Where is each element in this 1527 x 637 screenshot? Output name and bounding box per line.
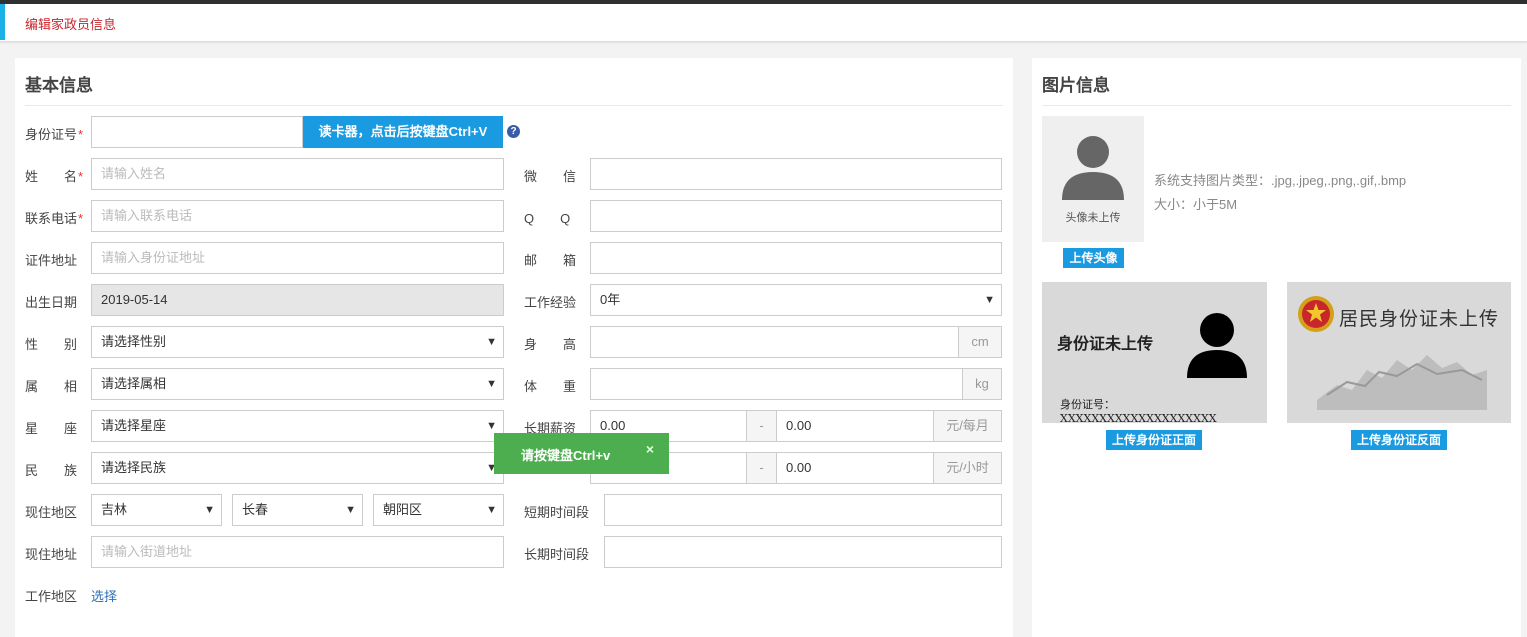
city-select[interactable]: 长春 ▼ [232, 494, 363, 526]
upload-avatar-button[interactable]: 上传头像 [1063, 248, 1124, 268]
ethnicity-label: 民 族 [25, 463, 78, 478]
current-address-input[interactable]: 请输入街道地址 [91, 536, 504, 568]
chevron-down-icon: ▼ [486, 378, 497, 390]
birth-date-label: 出生日期 [25, 295, 78, 310]
read-card-button[interactable]: 读卡器，点击后按键盘Ctrl+V [303, 116, 503, 148]
toast-notification: 请按键盘Ctrl+v × [494, 433, 669, 474]
id-address-label: 证件地址 [25, 253, 78, 268]
tab-edit-staff[interactable]: 编辑家政员信息 [25, 14, 116, 33]
current-address-label: 现住地址 [25, 547, 78, 562]
qq-label: Q Q [524, 211, 571, 226]
experience-value: 0年 [600, 292, 621, 307]
name-input[interactable]: 请输入姓名 [91, 158, 504, 190]
wechat-input[interactable] [590, 158, 1002, 190]
email-label: 邮 箱 [524, 253, 577, 268]
basic-info-divider [25, 105, 1003, 106]
ethnicity-select[interactable]: 请选择民族 ▼ [91, 452, 504, 484]
upload-id-front-button[interactable]: 上传身份证正面 [1106, 430, 1202, 450]
tab-accent [0, 4, 5, 40]
upload-id-back-button[interactable]: 上传身份证反面 [1351, 430, 1447, 450]
national-emblem-icon [1298, 296, 1334, 332]
gender-label: 性 别 [25, 337, 78, 352]
birth-date-input[interactable]: 2019-05-14 [91, 284, 504, 316]
image-info-title: 图片信息 [1042, 76, 1110, 95]
user-icon [1187, 313, 1247, 378]
chevron-down-icon: ▼ [345, 504, 356, 516]
name-label: 姓 名* [25, 169, 84, 184]
experience-label: 工作经验 [524, 295, 577, 310]
zodiac-select-value: 请选择属相 [101, 376, 167, 391]
image-size-hint: 大小：小于5M [1154, 197, 1238, 212]
avatar-caption: 头像未上传 [1065, 211, 1121, 224]
district-select[interactable]: 朝阳区 ▼ [373, 494, 504, 526]
province-select[interactable]: 吉林 ▼ [91, 494, 222, 526]
long-period-input[interactable] [604, 536, 1002, 568]
toast-message: 请按键盘Ctrl+v [521, 448, 611, 463]
phone-input[interactable]: 请输入联系电话 [91, 200, 504, 232]
weight-input[interactable] [590, 368, 963, 400]
long-salary-max-input[interactable]: 0.00 [776, 410, 934, 442]
image-info-divider [1042, 105, 1511, 106]
short-salary-separator: - [746, 452, 777, 484]
city-value: 长春 [242, 502, 269, 517]
tab-bar: 编辑家政员信息 [0, 4, 1527, 42]
chevron-down-icon: ▼ [486, 336, 497, 348]
weight-unit: kg [962, 368, 1002, 400]
long-salary-separator: - [746, 410, 777, 442]
id-card-back-placeholder: 居民身份证未上传 [1287, 282, 1511, 423]
id-number-label: 身份证号* [25, 127, 84, 142]
id-back-title: 居民身份证未上传 [1339, 308, 1500, 330]
height-input[interactable] [590, 326, 959, 358]
current-region-label: 现住地区 [25, 505, 78, 520]
short-salary-unit: 元/小时 [933, 452, 1002, 484]
id-address-input[interactable]: 请输入身份证地址 [91, 242, 504, 274]
select-work-region-link[interactable]: 选择 [91, 586, 117, 605]
user-icon [1062, 136, 1124, 200]
chevron-down-icon: ▼ [984, 294, 995, 306]
constellation-select-value: 请选择星座 [101, 418, 167, 433]
constellation-select[interactable]: 请选择星座 ▼ [91, 410, 504, 442]
id-number-input[interactable] [91, 116, 303, 148]
close-icon[interactable]: × [646, 441, 654, 457]
short-period-label: 短期时间段 [524, 505, 590, 520]
great-wall-icon [1317, 355, 1487, 410]
wechat-label: 微 信 [524, 169, 577, 184]
gender-select[interactable]: 请选择性别 ▼ [91, 326, 504, 358]
help-icon[interactable]: ? [507, 125, 520, 138]
height-unit: cm [958, 326, 1002, 358]
chevron-down-icon: ▼ [204, 504, 215, 516]
short-salary-max-input[interactable]: 0.00 [776, 452, 934, 484]
qq-input[interactable] [590, 200, 1002, 232]
district-value: 朝阳区 [383, 502, 423, 517]
id-card-front-placeholder: 身份证未上传 身份证号：XXXXXXXXXXXXXXXXXXXX [1042, 282, 1267, 423]
long-period-label: 长期时间段 [524, 547, 590, 562]
height-label: 身 高 [524, 337, 577, 352]
id-front-number: 身份证号：XXXXXXXXXXXXXXXXXXXX [1060, 398, 1217, 423]
email-input[interactable] [590, 242, 1002, 274]
short-period-input[interactable] [604, 494, 1002, 526]
phone-label: 联系电话* [25, 211, 84, 226]
id-front-title: 身份证未上传 [1057, 336, 1154, 353]
province-value: 吉林 [101, 502, 128, 517]
experience-select[interactable]: 0年 ▼ [590, 284, 1002, 316]
ethnicity-select-value: 请选择民族 [101, 460, 167, 475]
gender-select-value: 请选择性别 [101, 334, 167, 349]
basic-info-title: 基本信息 [25, 76, 93, 95]
chevron-down-icon: ▼ [486, 504, 497, 516]
work-region-label: 工作地区 [25, 589, 78, 604]
constellation-label: 星 座 [25, 421, 78, 436]
zodiac-select[interactable]: 请选择属相 ▼ [91, 368, 504, 400]
avatar-placeholder: 头像未上传 [1042, 116, 1144, 242]
long-salary-unit: 元/每月 [933, 410, 1002, 442]
zodiac-label: 属 相 [25, 379, 78, 394]
weight-label: 体 重 [524, 379, 577, 394]
image-types-hint: 系统支持图片类型：.jpg,.jpeg,.png,.gif,.bmp [1154, 173, 1407, 188]
